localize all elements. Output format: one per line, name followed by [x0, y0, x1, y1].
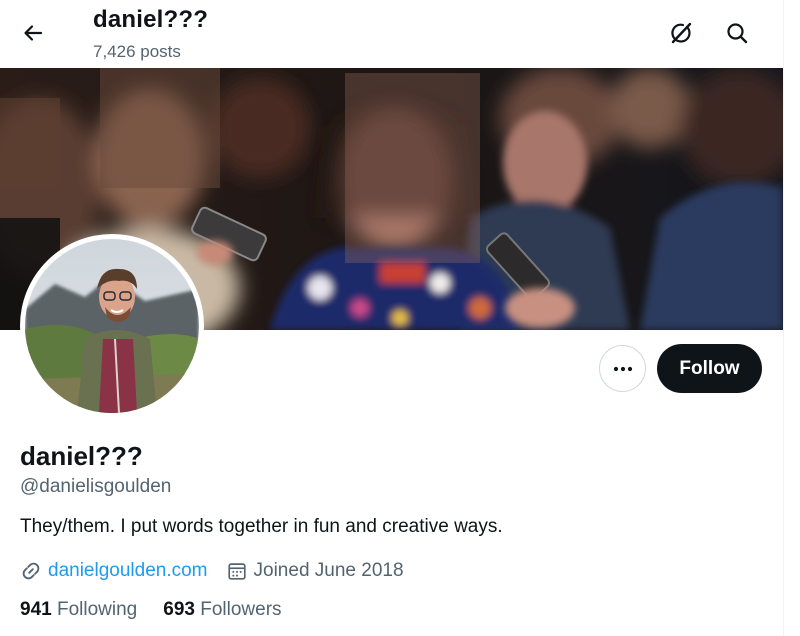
profile-stats: 941 Following 693 Followers [20, 599, 308, 621]
link-icon [20, 560, 42, 582]
profile-bio: They/them. I put words together in fun a… [20, 516, 503, 537]
followers-label: Followers [200, 599, 282, 620]
profile-page: daniel??? 7,426 posts Follow daniel??? @… [0, 0, 783, 636]
website-link[interactable]: danielgoulden.com [48, 560, 208, 582]
following-count: 941 [20, 599, 52, 620]
more-dots-icon [613, 366, 632, 371]
website-item: danielgoulden.com [20, 560, 208, 582]
profile-display-name: daniel??? [20, 441, 143, 471]
grok-icon [671, 22, 692, 44]
avatar-photo [25, 239, 199, 413]
back-button[interactable] [14, 14, 52, 52]
header-display-name: daniel??? [93, 6, 209, 33]
more-options-button[interactable] [599, 345, 646, 392]
search-icon [727, 23, 748, 44]
followers-count: 693 [163, 599, 195, 620]
profile-header: daniel??? 7,426 posts [0, 0, 783, 68]
search-button[interactable] [718, 14, 756, 52]
following-label: Following [56, 599, 138, 620]
profile-handle: @danielisgoulden [20, 476, 172, 497]
profile-meta: danielgoulden.com Joined June 2018 [20, 558, 422, 584]
column-divider [783, 0, 784, 636]
following-link[interactable]: 941 Following [20, 599, 137, 621]
follow-button[interactable]: Follow [657, 344, 762, 393]
grok-button[interactable] [662, 14, 700, 52]
joined-item: Joined June 2018 [226, 560, 404, 582]
header-posts-count: 7,426 posts [93, 42, 181, 61]
arrow-left-icon [24, 25, 43, 41]
followers-link[interactable]: 693 Followers [163, 599, 281, 621]
calendar-icon [226, 560, 248, 582]
profile-avatar[interactable] [20, 234, 204, 418]
joined-date: Joined June 2018 [253, 560, 404, 581]
